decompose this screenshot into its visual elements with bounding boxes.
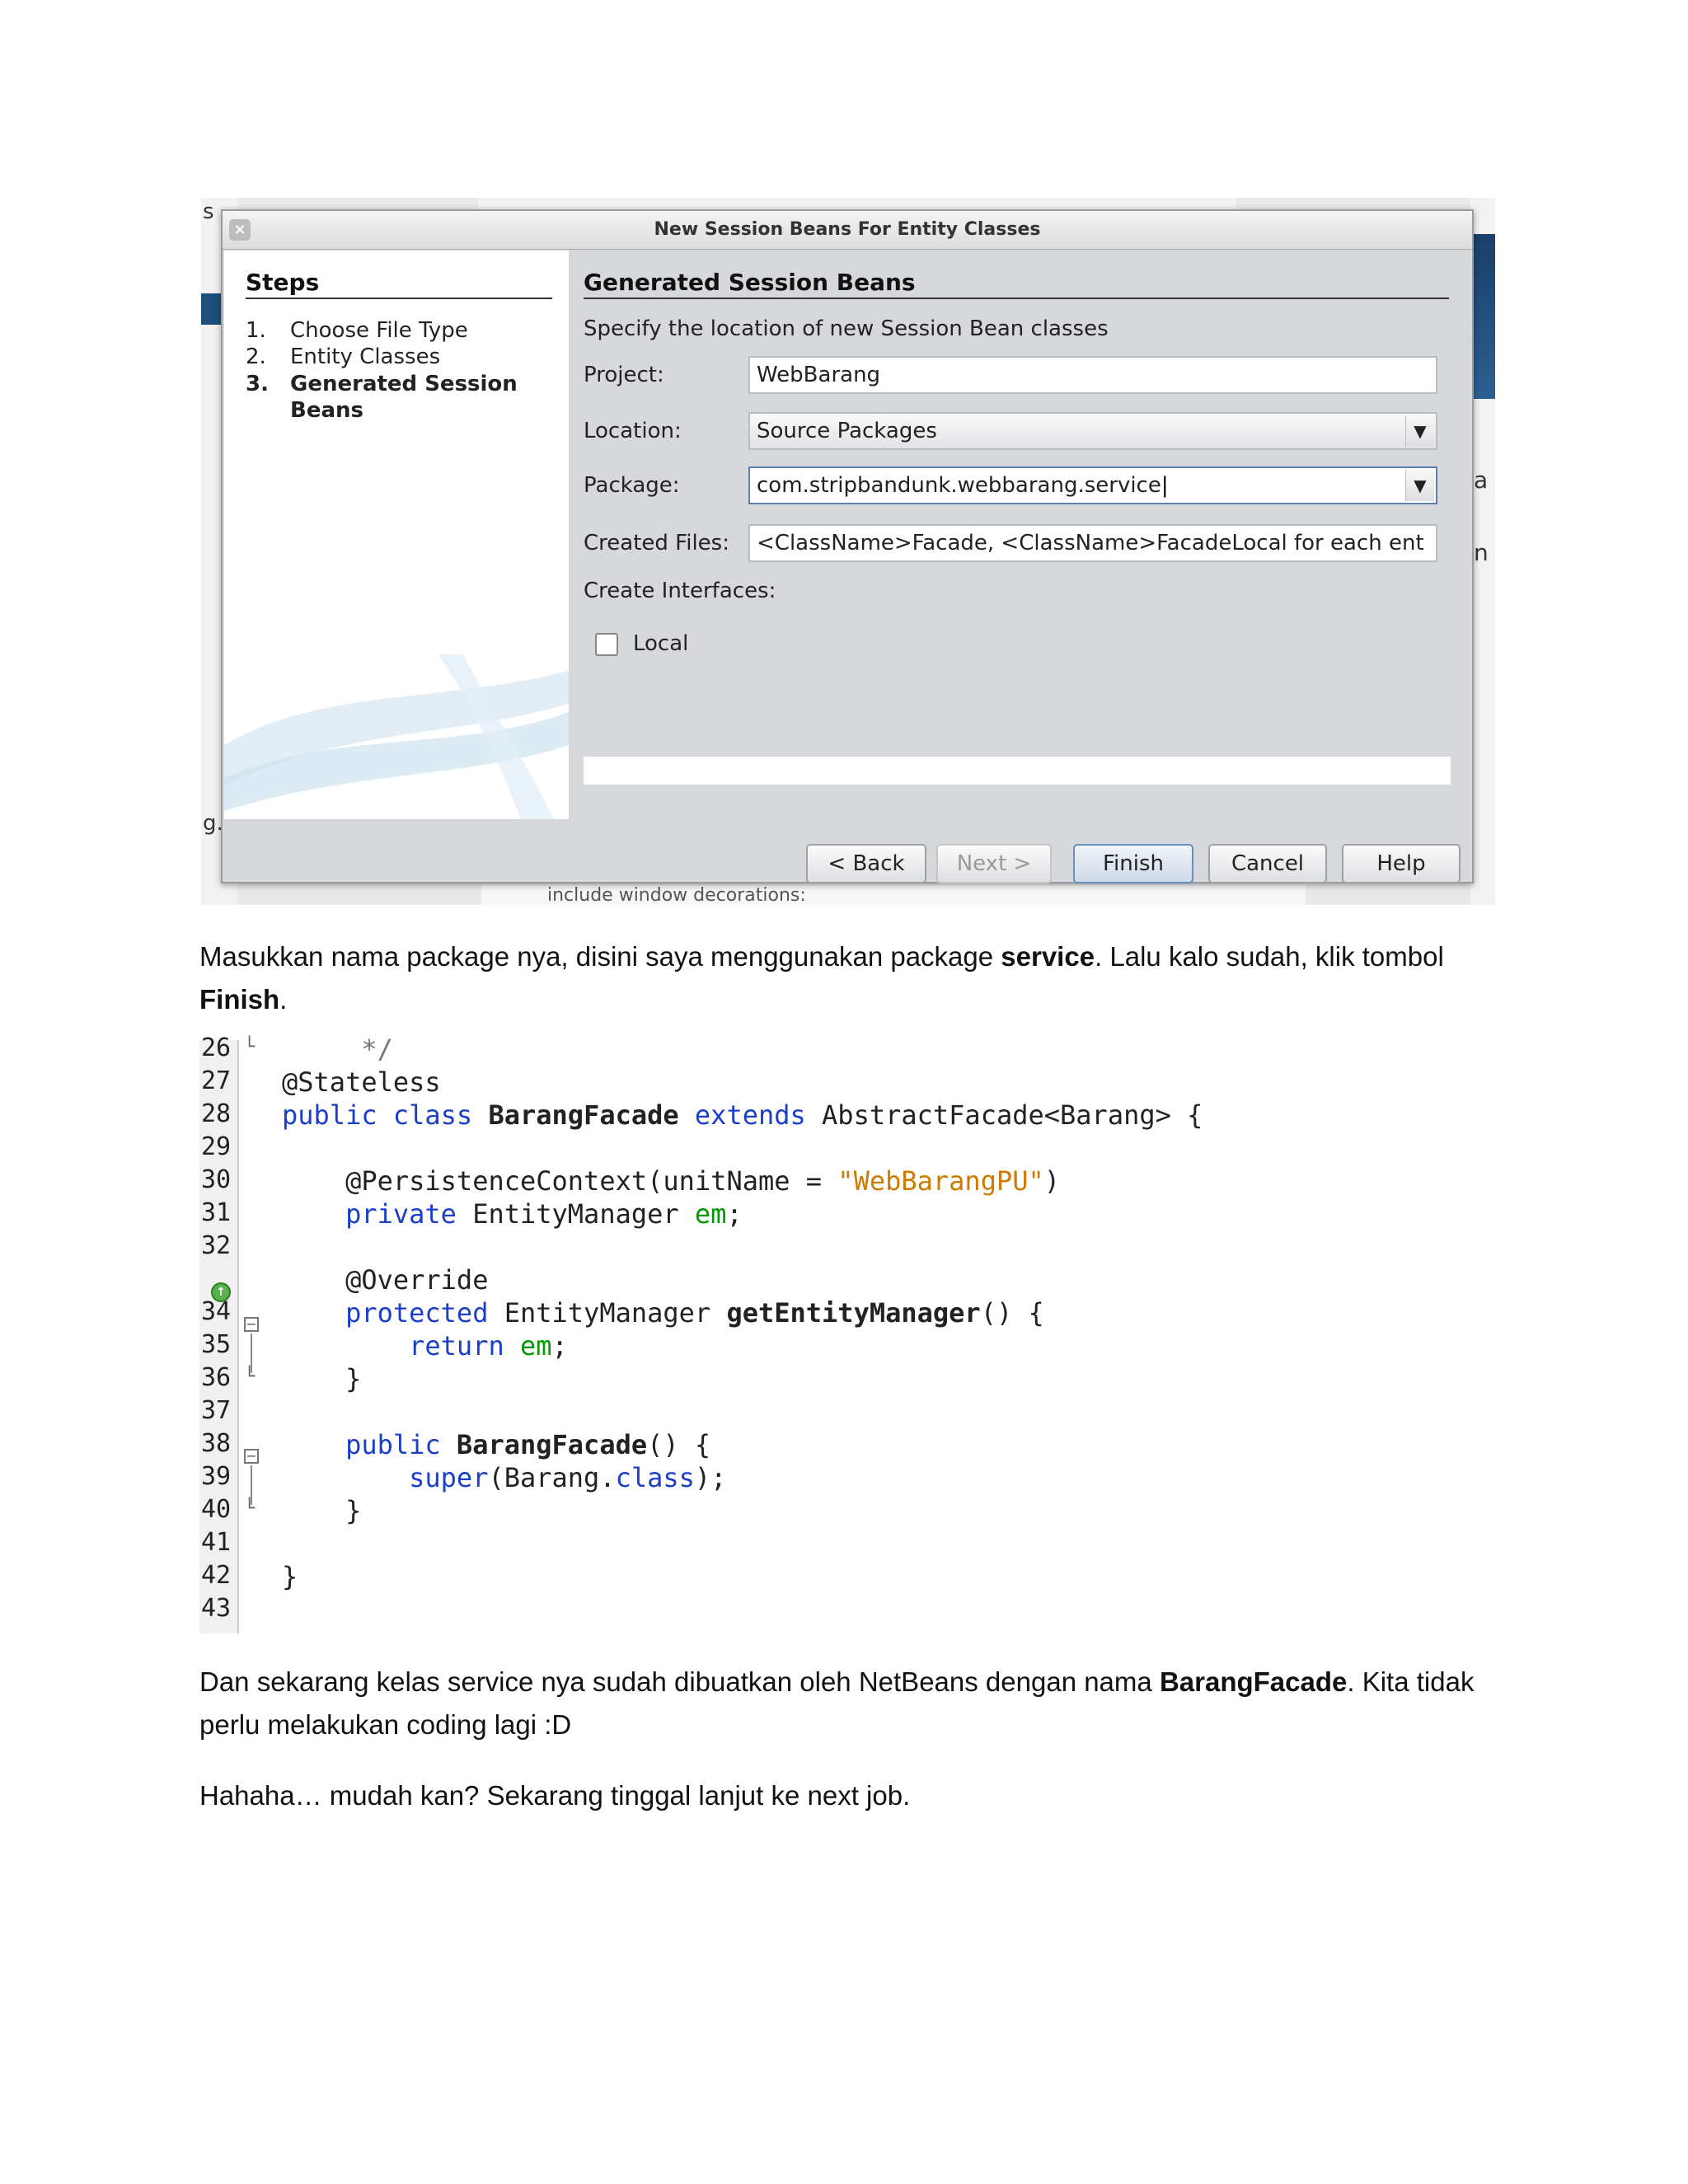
line-number: 36 [201,1363,232,1392]
step-label: Generated Session Beans [290,372,518,423]
line-number: 27 [201,1066,232,1095]
dialog-title: New Session Beans For Entity Classes [654,219,1041,240]
text-run: Dan sekarang kelas service nya sudah dib… [199,1666,1160,1697]
step-item-active: 3. Generated Session Beans [246,371,526,424]
wizard-decoration [224,654,569,819]
project-label: Project: [584,363,664,387]
location-label: Location: [584,419,682,443]
background-text: n [1474,539,1489,566]
step-number: 3. [246,372,269,396]
step-item: 2. Entity Classes [246,344,440,369]
section-title: Generated Session Beans [584,269,1449,299]
chevron-down-icon[interactable]: ▼ [1405,415,1434,447]
step-item: 1. Choose File Type [246,318,468,343]
text-run: . Lalu kalo sudah, klik tombol [1095,941,1444,972]
finish-button[interactable]: Finish [1073,844,1193,883]
line-number: 41 [201,1528,232,1557]
paragraph-closing: Hahaha… mudah kan? Sekarang tinggal lanj… [199,1780,911,1811]
steps-heading: Steps [246,269,552,299]
line-number: 39 [201,1462,232,1491]
package-label: Package: [584,473,680,498]
line-number: 35 [201,1330,232,1359]
code-line: */ [282,1033,393,1065]
content-panel: Generated Session Beans Specify the loca… [574,251,1472,819]
text-run: Masukkan nama package nya, disini saya m… [199,941,1001,972]
dialog-titlebar: × New Session Beans For Entity Classes [223,211,1472,250]
paragraph-result: Dan sekarang kelas service nya sudah dib… [199,1661,1485,1746]
step-number: 2. [246,344,266,369]
section-description: Specify the location of new Session Bean… [584,316,1109,341]
background-window-bottom: include window decorations: [481,885,1306,905]
background-window-right: a n [1470,198,1495,905]
dialog-screenshot: s g. a n include window decorations: × N… [201,198,1495,905]
cancel-button[interactable]: Cancel [1208,844,1327,883]
local-checkbox-label[interactable]: Local [633,631,688,656]
created-files-label: Created Files: [584,531,729,555]
project-field[interactable]: WebBarang [748,356,1437,394]
line-number: 38 [201,1429,232,1458]
line-number: 42 [201,1561,232,1590]
override-icon: ↑ [211,1282,231,1302]
fold-collapse-icon: − [244,1449,259,1464]
bold-text: BarangFacade [1159,1666,1348,1697]
bold-text: service [1001,941,1095,972]
line-number: 31 [201,1198,232,1227]
package-value: com.stripbandunk.webbarang.service [757,473,1161,498]
message-bar [584,757,1451,785]
code-line: protected EntityManager getEntityManager… [345,1297,1044,1329]
code-line: super(Barang.class); [409,1462,727,1493]
code-editor-screenshot: 26 */ 27 @Stateless 28 public class BarangFa… [199,1033,1271,1633]
background-text: s [203,199,214,224]
background-selection [201,293,221,325]
chevron-down-icon[interactable]: ▼ [1405,470,1434,501]
fold-end-icon: └ [244,1037,256,1057]
fold-collapse-icon: − [244,1317,259,1332]
line-number: 37 [201,1396,232,1425]
code-line: } [282,1495,362,1526]
code-line: } [282,1561,298,1592]
steps-panel: Steps 1. Choose File Type 2. Entity Classe… [224,251,569,819]
line-number: 30 [201,1165,232,1194]
code-line: private EntityManager em; [345,1198,743,1230]
background-panel [1470,234,1495,399]
created-files-field: <ClassName>Facade, <ClassName>FacadeLoca… [748,524,1437,562]
back-button[interactable]: < Back [806,844,926,883]
code-line: public BarangFacade() { [345,1429,711,1460]
line-number: 40 [201,1495,232,1524]
text-run: . [279,984,288,1015]
close-icon[interactable]: × [229,219,251,241]
background-text: a [1474,466,1489,494]
location-value: Source Packages [757,419,937,443]
line-number: 28 [201,1099,232,1128]
code-line: @PersistenceContext(unitName = "WebBaran… [282,1165,1061,1197]
session-beans-dialog: × New Session Beans For Entity Classes S… [221,209,1474,883]
line-number: 26 [201,1033,232,1062]
local-checkbox[interactable] [595,633,618,656]
next-button[interactable]: Next > [936,844,1052,883]
create-interfaces-label: Create Interfaces: [584,579,776,603]
line-number: 43 [201,1594,232,1623]
step-label: Entity Classes [290,344,441,369]
location-select[interactable]: Source Packages ▼ [748,412,1437,450]
line-number: 32 [201,1231,232,1260]
code-line: @Override [282,1264,489,1296]
fold-end-icon: └ [244,1498,256,1519]
line-number: 29 [201,1132,232,1161]
package-combo-input[interactable]: com.stripbandunk.webbarang.service| ▼ [748,466,1437,504]
code-line: return em; [409,1330,568,1361]
fold-end-icon: └ [244,1366,256,1387]
code-line: public class BarangFacade extends Abstra… [282,1099,1203,1131]
background-label: include window decorations: [547,885,806,905]
paragraph-instruction: Masukkan nama package nya, disini saya m… [199,935,1485,1021]
bold-text: Finish [199,984,280,1015]
step-number: 1. [246,318,266,343]
step-label: Choose File Type [290,318,468,343]
code-line: @Stateless [282,1066,441,1098]
help-button[interactable]: Help [1342,844,1461,883]
code-line: } [282,1363,362,1394]
